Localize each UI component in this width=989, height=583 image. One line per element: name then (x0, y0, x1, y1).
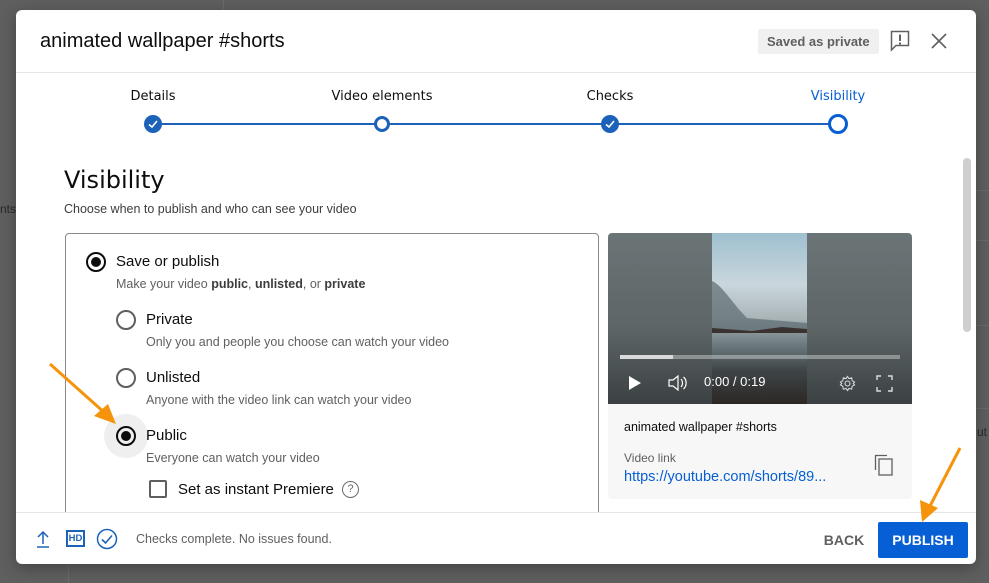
progress-stepper: Details Video elements Checks Visibility (16, 73, 976, 148)
background-divider (68, 564, 69, 583)
step-checks[interactable]: Checks (587, 89, 634, 104)
video-progress-fill (620, 355, 674, 359)
dialog-title: animated wallpaper #shorts (40, 30, 285, 52)
unlisted-label: Unlisted (146, 369, 201, 386)
video-link-label: Video link (624, 451, 676, 465)
content-scrollbar[interactable] (963, 158, 971, 332)
settings-gear-icon[interactable] (839, 375, 856, 392)
public-desc: Everyone can watch your video (146, 451, 320, 465)
video-player[interactable]: 0:00 / 0:19 (608, 233, 912, 404)
page-title: Visibility (64, 166, 165, 194)
background-divider (976, 190, 989, 191)
step-complete-icon (144, 115, 162, 133)
background-text: nts (0, 202, 17, 216)
background-text: ut (977, 425, 988, 439)
private-radio[interactable] (116, 310, 136, 330)
private-label: Private (146, 311, 193, 328)
video-thumbnail-scene (712, 281, 807, 333)
step-visibility[interactable]: Visibility (811, 89, 865, 104)
desc-public: public (211, 277, 248, 291)
help-icon[interactable]: ? (342, 481, 359, 498)
background-divider (976, 325, 989, 326)
step-details[interactable]: Details (130, 89, 175, 104)
background-divider (976, 240, 989, 241)
desc-private: private (324, 277, 366, 291)
hd-icon: HD (66, 530, 85, 547)
video-progress-bar[interactable] (620, 355, 900, 359)
video-time: 0:00 / 0:19 (704, 374, 766, 389)
publish-button[interactable]: PUBLISH (878, 522, 968, 558)
instant-premiere-label: Set as instant Premiere (178, 481, 334, 498)
visibility-content: Visibility Choose when to publish and wh… (16, 148, 976, 512)
save-or-publish-label: Save or publish (116, 253, 220, 270)
step-current-icon (828, 114, 848, 134)
unlisted-desc: Anyone with the video link can watch you… (146, 393, 412, 407)
stepper-line (153, 123, 838, 125)
feedback-icon[interactable] (890, 30, 910, 52)
back-button[interactable]: BACK (816, 522, 872, 558)
instant-premiere-checkbox[interactable] (149, 480, 167, 498)
dialog-footer: HD Checks complete. No issues found. BAC… (16, 512, 976, 564)
video-link[interactable]: https://youtube.com/shorts/89... (624, 469, 826, 485)
upload-icon (37, 530, 49, 548)
private-desc: Only you and people you choose can watch… (146, 335, 449, 349)
unlisted-radio[interactable] (116, 368, 136, 388)
page-subtitle: Choose when to publish and who can see y… (64, 202, 357, 216)
upload-dialog: animated wallpaper #shorts Saved as priv… (16, 10, 976, 564)
public-radio[interactable] (116, 426, 136, 446)
public-label: Public (146, 427, 187, 444)
desc-unlisted: unlisted (254, 277, 303, 291)
save-or-publish-panel: Save or publish Make your video public, … (65, 233, 599, 512)
video-preview-card: 0:00 / 0:19 animated wallpaper #shorts V… (608, 233, 912, 499)
checks-status: Checks complete. No issues found. (136, 532, 332, 546)
dialog-header: animated wallpaper #shorts Saved as priv… (16, 10, 976, 73)
background-divider (976, 408, 989, 409)
step-video-elements[interactable]: Video elements (332, 89, 433, 104)
desc-text: , or (302, 277, 325, 291)
desc-text: , (248, 277, 255, 291)
desc-text: Make your video (116, 277, 212, 291)
preview-video-title: animated wallpaper #shorts (624, 420, 777, 434)
step-incomplete-icon (374, 116, 390, 132)
checks-complete-icon (96, 528, 118, 550)
saved-status-badge: Saved as private (758, 29, 879, 54)
save-or-publish-desc: Make your video public, unlisted, or pri… (116, 277, 365, 291)
fullscreen-icon[interactable] (876, 375, 893, 392)
save-or-publish-radio[interactable] (86, 252, 106, 272)
copy-icon[interactable] (874, 454, 894, 476)
play-icon[interactable] (628, 375, 642, 391)
background-divider (223, 0, 224, 10)
volume-icon[interactable] (668, 375, 688, 391)
step-complete-icon (601, 115, 619, 133)
close-icon[interactable] (930, 32, 948, 50)
